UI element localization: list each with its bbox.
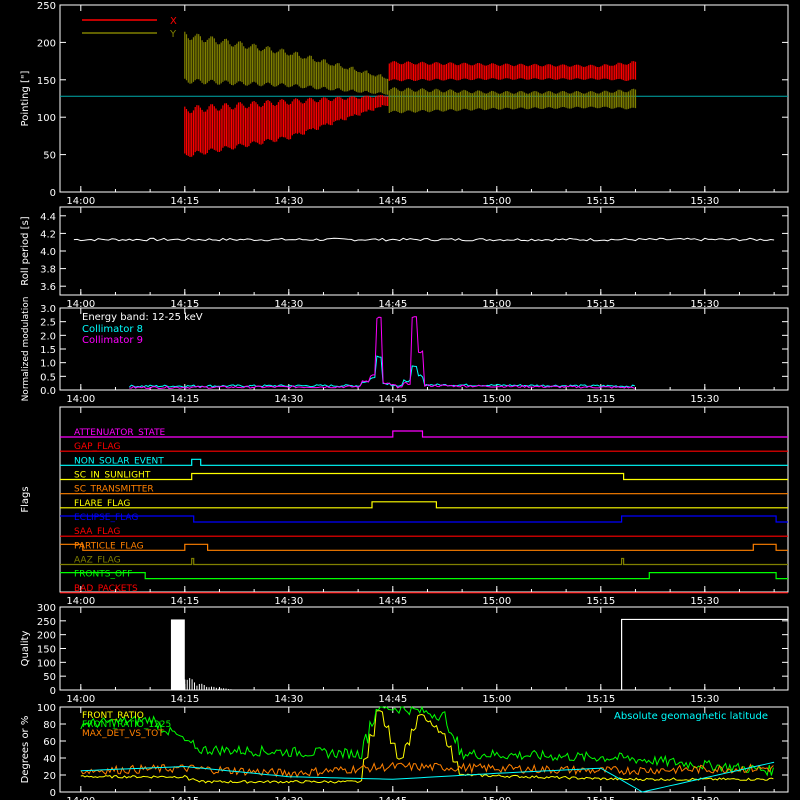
ratios-xtick-label: 14:45 xyxy=(378,796,407,800)
roll_period-ytick-label: 4.2 xyxy=(40,229,56,240)
flags-xtick-label: 14:00 xyxy=(66,596,95,607)
pointing-ylabel: Pointing ["] xyxy=(20,70,31,126)
pointing-ytick-label: 50 xyxy=(43,151,56,162)
modulation-xtick-label: 14:30 xyxy=(274,394,303,405)
quality-ytick-label: 200 xyxy=(37,631,56,642)
ratios-ytick-label: 60 xyxy=(43,737,56,748)
ratios-ytick-label: 20 xyxy=(43,771,56,782)
modulation-ytick-label: 1.5 xyxy=(40,345,56,356)
pointing-ytick-label: 100 xyxy=(37,113,56,124)
rhessi-quicklook-chart: 14:00 14:15 14:30 14:45 15:00 15:15 15:30 0 50 10… xyxy=(0,0,800,800)
modulation-ytick-label: 3.0 xyxy=(40,304,56,315)
modulation-xtick-label: 15:00 xyxy=(482,394,511,405)
pointing-xtick-label: 15:15 xyxy=(586,196,615,207)
quality-ytick-label: 300 xyxy=(37,603,56,614)
quality-ytick-label: 150 xyxy=(37,645,56,656)
pointing-ytick-label: 150 xyxy=(37,76,56,87)
modulation-ytick-label: 0.0 xyxy=(40,386,56,397)
quality-xtick-label: 15:15 xyxy=(586,694,615,705)
quality-xtick-label: 14:45 xyxy=(378,694,407,705)
quality-ytick-label: 0 xyxy=(50,686,56,697)
pointing-xtick-label: 14:30 xyxy=(274,196,303,207)
legend-label-X: X xyxy=(170,16,177,27)
modulation-xtick-label: 15:15 xyxy=(586,394,615,405)
ratios-xtick-label: 14:00 xyxy=(66,796,95,800)
modulation-xtick-label: 14:15 xyxy=(170,394,199,405)
flags-xtick-label: 15:15 xyxy=(586,596,615,607)
modulation-xtick-label: 14:45 xyxy=(378,394,407,405)
flag-label-fronts_off: FRONTS_OFF xyxy=(74,570,132,580)
ratios-ytick-label: 100 xyxy=(37,703,56,714)
modulation-ytick-label: 0.5 xyxy=(40,372,56,383)
roll_period-ytick-label: 4.0 xyxy=(40,247,56,258)
modulation-legend-0: Collimator 8 xyxy=(82,324,143,335)
ratios-ylabel: Degrees or % xyxy=(20,716,31,784)
quality-xtick-label: 14:30 xyxy=(274,694,303,705)
ratio-legend-2: MAX_DET_VS_TOT xyxy=(82,729,164,739)
pointing-xtick-label: 14:45 xyxy=(378,196,407,207)
quality-xtick-label: 15:00 xyxy=(482,694,511,705)
flags-xtick-label: 14:30 xyxy=(274,596,303,607)
modulation-ytick-label: 2.5 xyxy=(40,318,56,329)
flags-xtick-label: 15:30 xyxy=(690,596,719,607)
quality-bar xyxy=(170,619,185,690)
ratios-ytick-label: 0 xyxy=(50,788,56,799)
quality-xtick-label: 14:15 xyxy=(170,694,199,705)
modulation-energy-band: Energy band: 12-25 keV xyxy=(82,312,203,323)
roll_period-ytick-label: 4.4 xyxy=(40,212,56,223)
ratios-xtick-label: 15:00 xyxy=(482,796,511,800)
quality-ylabel: Quality xyxy=(20,631,31,667)
modulation-legend-1: Collimator 9 xyxy=(82,335,143,346)
pointing-xtick-label: 15:30 xyxy=(690,196,719,207)
legend-label-Y: Y xyxy=(169,29,177,40)
roll_period-ylabel: Roll period [s] xyxy=(20,216,31,285)
ratios-xtick-label: 14:30 xyxy=(274,796,303,800)
modulation-ytick-label: 2.0 xyxy=(40,331,56,342)
modulation-xtick-label: 14:00 xyxy=(66,394,95,405)
pointing-xtick-label: 14:00 xyxy=(66,196,95,207)
quality-xtick-label: 14:00 xyxy=(66,694,95,705)
roll_period-ytick-label: 3.8 xyxy=(40,265,56,276)
ratios-xtick-label: 15:30 xyxy=(690,796,719,800)
quality-ytick-label: 50 xyxy=(43,672,56,683)
modulation-ylabel-1: Normalized modulation xyxy=(21,297,31,402)
pointing-ytick-label: 200 xyxy=(37,38,56,49)
roll_period-ytick-label: 3.6 xyxy=(40,282,56,293)
flags-xtick-label: 15:00 xyxy=(482,596,511,607)
pointing-ytick-label: 250 xyxy=(37,1,56,12)
quality-xtick-label: 15:30 xyxy=(690,694,719,705)
flags-xtick-label: 14:15 xyxy=(170,596,199,607)
flags-xtick-label: 14:45 xyxy=(378,596,407,607)
ratios-ytick-label: 80 xyxy=(43,720,56,731)
ratio-annotation: Absolute geomagnetic latitude xyxy=(614,711,768,722)
ratios-ytick-label: 40 xyxy=(43,754,56,765)
pointing-ytick-label: 0 xyxy=(50,188,56,199)
pointing-xtick-label: 15:00 xyxy=(482,196,511,207)
quality-ytick-label: 250 xyxy=(37,617,56,628)
pointing-xtick-label: 14:15 xyxy=(170,196,199,207)
modulation-ytick-label: 1.0 xyxy=(40,359,56,370)
flag-label-eclipse_flag: ECLIPSE_FLAG xyxy=(74,513,138,523)
quality-ytick-label: 100 xyxy=(37,658,56,669)
ratios-xtick-label: 14:15 xyxy=(170,796,199,800)
modulation-xtick-label: 15:30 xyxy=(690,394,719,405)
flags-ylabel: Flags xyxy=(20,486,31,512)
ratios-xtick-label: 15:15 xyxy=(586,796,615,800)
